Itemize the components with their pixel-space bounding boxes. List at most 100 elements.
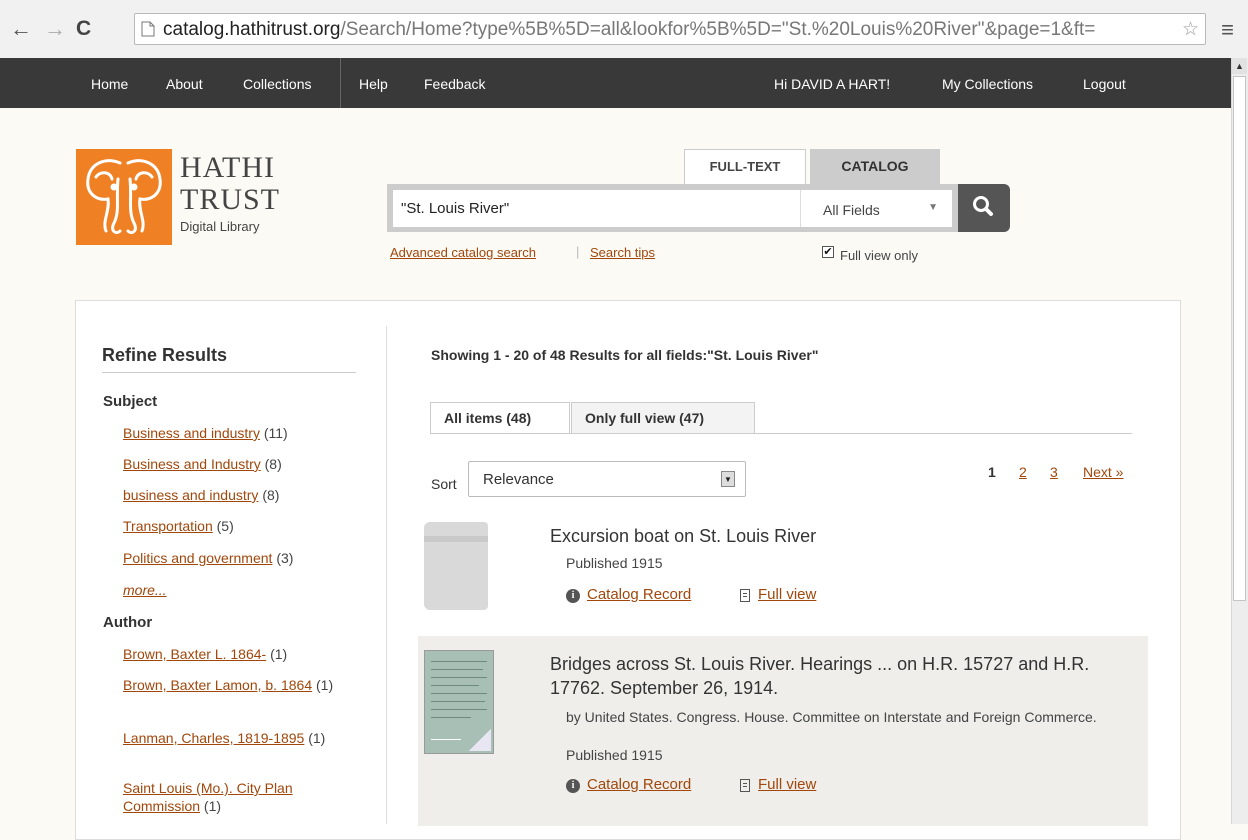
pagination-page-3[interactable]: 3 bbox=[1050, 464, 1058, 480]
full-view-only-checkbox[interactable]: ✔ bbox=[822, 246, 834, 258]
results-summary: Showing 1 - 20 of 48 Results for all fie… bbox=[431, 347, 819, 363]
document-icon bbox=[740, 589, 750, 602]
facet-more-link[interactable]: more... bbox=[123, 582, 167, 598]
info-icon: i bbox=[566, 589, 580, 603]
sort-value: Relevance bbox=[483, 471, 554, 488]
full-view-link[interactable]: Full view bbox=[758, 586, 816, 603]
catalog-record-link[interactable]: Catalog Record bbox=[587, 586, 691, 603]
logo-text-hathi: HATHI bbox=[180, 151, 275, 184]
facet-link[interactable]: Business and industry bbox=[123, 425, 260, 441]
result-published: Published 1915 bbox=[566, 747, 663, 763]
logo-text-trust: TRUST bbox=[180, 183, 281, 216]
refine-results-heading: Refine Results bbox=[102, 345, 228, 365]
catalog-record-link[interactable]: Catalog Record bbox=[587, 776, 691, 793]
user-greeting: Hi DAVID A HART! bbox=[774, 76, 891, 92]
facet-count: (8) bbox=[262, 487, 280, 503]
pagination-next[interactable]: Next » bbox=[1083, 464, 1123, 480]
book-placeholder-icon bbox=[424, 522, 488, 610]
results-tabs-divider bbox=[430, 433, 1132, 434]
top-navigation: Home About Collections Help Feedback Hi … bbox=[0, 58, 1232, 108]
book-thumbnail[interactable] bbox=[424, 650, 494, 754]
scroll-up-arrow-icon[interactable]: ▲ bbox=[1232, 58, 1247, 74]
search-box: All Fields ▼ bbox=[387, 184, 959, 232]
facet-count: (1) bbox=[203, 798, 222, 814]
facet-count: (5) bbox=[216, 518, 234, 534]
page-icon bbox=[141, 21, 155, 37]
full-view-only-label: Full view only bbox=[840, 248, 919, 263]
facet-item: Business and Industry (8) bbox=[123, 455, 353, 473]
document-icon bbox=[740, 779, 750, 792]
full-view-link[interactable]: Full view bbox=[758, 776, 816, 793]
nav-about[interactable]: About bbox=[166, 76, 203, 92]
facet-heading-author: Author bbox=[103, 614, 153, 631]
result-title: Bridges across St. Louis River. Hearings… bbox=[550, 654, 1090, 698]
scrollbar-thumb[interactable] bbox=[1233, 76, 1246, 601]
sort-label: Sort bbox=[431, 476, 457, 492]
pagination-page-2[interactable]: 2 bbox=[1019, 464, 1027, 480]
facet-item: Lanman, Charles, 1819-1895 (1) bbox=[123, 729, 353, 747]
browser-menu-icon[interactable]: ≡ bbox=[1221, 17, 1234, 43]
search-field-select[interactable]: All Fields ▼ bbox=[800, 190, 952, 227]
chevron-down-icon: ▼ bbox=[928, 202, 938, 213]
url-path: /Search/Home?type%5B%5D=all&lookfor%5B%5… bbox=[340, 19, 1096, 40]
facet-link[interactable]: Lanman, Charles, 1819-1895 bbox=[123, 730, 304, 746]
info-icon: i bbox=[566, 779, 580, 793]
facet-count: (3) bbox=[276, 550, 294, 566]
nav-feedback[interactable]: Feedback bbox=[424, 76, 485, 92]
hathitrust-logo[interactable]: HATHI TRUST Digital Library bbox=[76, 149, 298, 245]
facet-link[interactable]: Transportation bbox=[123, 518, 213, 534]
elephant-logo-icon bbox=[76, 149, 172, 245]
url-host: catalog.hathitrust.org bbox=[163, 19, 341, 40]
tab-catalog[interactable]: CATALOG bbox=[810, 149, 940, 185]
result-author: by United States. Congress. House. Commi… bbox=[566, 709, 1097, 725]
result-item: Excursion boat on St. Louis River Publis… bbox=[418, 516, 1148, 616]
refine-divider bbox=[102, 372, 356, 373]
facet-link[interactable]: Politics and government bbox=[123, 550, 272, 566]
logo-subtitle: Digital Library bbox=[180, 219, 260, 234]
nav-collections[interactable]: Collections bbox=[243, 76, 311, 92]
pagination-page-1[interactable]: 1 bbox=[988, 464, 996, 480]
sort-select[interactable]: Relevance ▼ bbox=[468, 461, 746, 497]
page-scrollbar[interactable]: ▲ bbox=[1231, 58, 1248, 824]
bookmark-star-icon[interactable]: ☆ bbox=[1182, 18, 1199, 41]
search-button[interactable] bbox=[958, 184, 1010, 232]
facet-item: Transportation (5) bbox=[123, 517, 353, 535]
tab-full-text[interactable]: FULL-TEXT bbox=[684, 149, 806, 185]
facet-item: Politics and government (3) bbox=[123, 549, 353, 567]
facet-link[interactable]: business and industry bbox=[123, 487, 258, 503]
nav-my-collections[interactable]: My Collections bbox=[942, 76, 1033, 92]
nav-help[interactable]: Help bbox=[359, 76, 388, 92]
facet-count: (1) bbox=[270, 646, 288, 662]
facet-link[interactable]: Business and Industry bbox=[123, 456, 261, 472]
search-field-value: All Fields bbox=[823, 202, 880, 218]
facet-link[interactable]: Brown, Baxter L. 1864- bbox=[123, 646, 266, 662]
facet-item: Saint Louis (Mo.). City Plan Commission … bbox=[123, 779, 343, 815]
tab-only-full-view[interactable]: Only full view (47) bbox=[571, 402, 755, 434]
facet-item: more... bbox=[123, 581, 353, 599]
search-tips-link[interactable]: Search tips bbox=[590, 245, 655, 260]
reload-icon[interactable]: C bbox=[76, 18, 91, 40]
facet-item: Brown, Baxter Lamon, b. 1864 (1) bbox=[123, 676, 353, 694]
nav-logout[interactable]: Logout bbox=[1083, 76, 1126, 92]
facet-count: (11) bbox=[263, 425, 288, 441]
result-title: Excursion boat on St. Louis River bbox=[550, 526, 817, 546]
search-icon bbox=[973, 196, 993, 216]
search-links-divider: | bbox=[576, 244, 580, 259]
result-published: Published 1915 bbox=[566, 555, 663, 571]
dropdown-arrow-icon: ▼ bbox=[721, 471, 735, 487]
facet-link[interactable]: Brown, Baxter Lamon, b. 1864 bbox=[123, 677, 312, 693]
nav-divider bbox=[340, 58, 341, 108]
facet-count: (8) bbox=[264, 456, 282, 472]
address-bar[interactable]: catalog.hathitrust.org/Search/Home?type%… bbox=[134, 13, 1206, 45]
tab-all-items[interactable]: All items (48) bbox=[430, 402, 570, 434]
result-item: Bridges across St. Louis River. Hearings… bbox=[418, 636, 1148, 826]
facet-count: (1) bbox=[308, 730, 326, 746]
facet-item: Brown, Baxter L. 1864- (1) bbox=[123, 645, 353, 663]
facet-item: business and industry (8) bbox=[123, 486, 353, 504]
url-text: catalog.hathitrust.org/Search/Home?type%… bbox=[163, 19, 1095, 41]
search-input[interactable] bbox=[393, 190, 801, 227]
forward-arrow-icon[interactable]: → bbox=[44, 18, 66, 40]
advanced-search-link[interactable]: Advanced catalog search bbox=[390, 245, 536, 260]
back-arrow-icon[interactable]: ← bbox=[10, 18, 32, 40]
nav-home[interactable]: Home bbox=[91, 76, 128, 92]
